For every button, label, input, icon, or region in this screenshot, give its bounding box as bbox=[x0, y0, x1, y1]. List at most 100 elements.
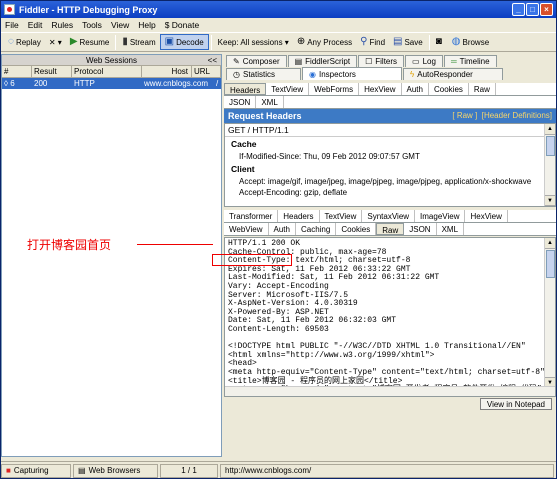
req-tab-hexview[interactable]: HexView bbox=[359, 83, 402, 95]
process-filter[interactable]: ▤ Web Browsers bbox=[73, 463, 158, 478]
column-header-result[interactable]: Result bbox=[32, 66, 72, 77]
req-tab-raw[interactable]: Raw bbox=[469, 83, 496, 95]
status-url: http://www.cnblogs.com/ bbox=[220, 463, 554, 478]
column-header-url[interactable]: URL bbox=[192, 66, 221, 77]
response-scrollbar[interactable]: ▲ ▼ bbox=[544, 238, 555, 388]
scroll-up-icon[interactable]: ▲ bbox=[545, 124, 555, 135]
req-tab-cookies[interactable]: Cookies bbox=[429, 83, 469, 95]
capturing-indicator[interactable]: ■ Capturing bbox=[1, 463, 71, 478]
cache-section-label: Cache bbox=[231, 139, 257, 149]
tab-inspectors[interactable]: ◉ Inspectors bbox=[302, 67, 402, 80]
close-button[interactable]: × bbox=[540, 3, 553, 16]
crosshair-icon: ⊕ bbox=[296, 36, 306, 47]
screenshot-button[interactable]: ◙ bbox=[432, 34, 448, 50]
session-protocol: HTTP bbox=[74, 79, 95, 88]
session-url: / bbox=[216, 79, 219, 88]
timeline-icon: ═ bbox=[450, 57, 457, 66]
menu-file[interactable]: File bbox=[5, 20, 19, 30]
toolbar-separator bbox=[428, 34, 430, 50]
resp-tab-transformer[interactable]: Transformer bbox=[224, 210, 279, 222]
tab-timeline[interactable]: ═ Timeline bbox=[443, 55, 497, 67]
any-process-button[interactable]: ⊕ Any Process bbox=[293, 34, 356, 50]
req-tab-textview[interactable]: TextView bbox=[266, 83, 310, 95]
replay-button[interactable]: ◌ Replay bbox=[4, 34, 45, 50]
req-tab-auth[interactable]: Auth bbox=[402, 83, 429, 95]
tab-log[interactable]: ▭ Log bbox=[405, 55, 443, 67]
resp-tab-json[interactable]: JSON bbox=[404, 223, 437, 235]
minimize-button[interactable]: _ bbox=[512, 3, 525, 16]
session-row[interactable]: ◊ 6 200 HTTP www.cnblogs.com / bbox=[2, 78, 221, 89]
sessions-column-headers: # Result Protocol Host URL bbox=[2, 66, 221, 78]
menu-tools[interactable]: Tools bbox=[82, 20, 102, 30]
resp-tab-imageview[interactable]: ImageView bbox=[415, 210, 466, 222]
header-definitions-link[interactable]: [Header Definitions] bbox=[482, 111, 552, 120]
decode-button[interactable]: ▣ Decode bbox=[159, 34, 209, 50]
remove-button[interactable]: ✕ ▾ bbox=[45, 34, 66, 50]
keep-sessions-dropdown[interactable]: Keep: All sessions ▾ bbox=[214, 34, 293, 50]
req-tab-webforms[interactable]: WebForms bbox=[309, 83, 360, 95]
resp-tab-headers[interactable]: Headers bbox=[278, 210, 320, 222]
log-icon: ▭ bbox=[412, 57, 420, 66]
raw-link[interactable]: [ Raw ] bbox=[452, 111, 477, 120]
maximize-button[interactable]: □ bbox=[526, 3, 539, 16]
scroll-up-icon[interactable]: ▲ bbox=[545, 238, 555, 249]
collapse-button[interactable]: << bbox=[208, 55, 217, 66]
menu-rules[interactable]: Rules bbox=[51, 20, 73, 30]
lightning-icon: ϟ bbox=[410, 70, 415, 79]
annotation-label: 打开博客园首页 bbox=[27, 238, 112, 252]
raw-line: Content-Length: 69503 bbox=[228, 324, 329, 334]
req-tab-xml[interactable]: XML bbox=[256, 96, 284, 108]
menu-view[interactable]: View bbox=[111, 20, 129, 30]
menu-help[interactable]: Help bbox=[138, 20, 155, 30]
resume-button[interactable]: ▶ Resume bbox=[66, 34, 114, 50]
request-subtabs: Headers TextView WebForms HexView Auth C… bbox=[224, 83, 556, 96]
view-in-notepad-button[interactable]: View in Notepad bbox=[479, 398, 552, 410]
find-button[interactable]: ⚲ Find bbox=[356, 34, 389, 50]
pencil-icon: ✎ bbox=[233, 57, 240, 66]
save-button[interactable]: ▤ Save bbox=[389, 34, 427, 50]
stopwatch-icon: ◷ bbox=[233, 70, 240, 79]
inspect-icon: ◉ bbox=[309, 69, 316, 79]
browse-button[interactable]: ◍ Browse bbox=[448, 34, 493, 50]
resp-tab-textview[interactable]: TextView bbox=[320, 210, 363, 222]
scroll-thumb[interactable] bbox=[546, 250, 555, 278]
resp-tab-cookies[interactable]: Cookies bbox=[336, 223, 377, 235]
column-header-number[interactable]: # bbox=[2, 66, 32, 77]
resp-tab-auth[interactable]: Auth bbox=[269, 223, 296, 235]
resp-tab-syntaxview[interactable]: SyntaxView bbox=[362, 210, 416, 222]
menu-donate[interactable]: $ Donate bbox=[165, 20, 200, 30]
status-bar: ■ Capturing ▤ Web Browsers 1 / 1 http://ww… bbox=[1, 461, 556, 478]
request-headers-body: GET / HTTP/1.1 Cache If-Modified-Since: … bbox=[224, 123, 556, 207]
column-header-protocol[interactable]: Protocol bbox=[72, 66, 142, 77]
cache-header-line: If-Modified-Since: Thu, 09 Feb 2012 09:0… bbox=[239, 152, 420, 161]
req-tab-headers[interactable]: Headers bbox=[224, 83, 267, 95]
resp-tab-raw[interactable]: Raw bbox=[376, 223, 405, 235]
scroll-down-icon[interactable]: ▼ bbox=[545, 195, 555, 206]
toolbar: ◌ Replay ✕ ▾ ▶ Resume ▮ Stream ▣ Decode Keep… bbox=[1, 32, 556, 52]
tab-row-1: ✎ Composer ▤ FiddlerScript ☐ Filters ▭ Log ═… bbox=[224, 54, 556, 67]
title-bar: Fiddler - HTTP Debugging Proxy _ □ × bbox=[1, 1, 556, 18]
raw-line: <html xmlns="http://www.w3.org/1999/xhtm… bbox=[228, 350, 435, 360]
tab-statistics[interactable]: ◷ Statistics bbox=[226, 68, 301, 80]
tab-filters[interactable]: ☐ Filters bbox=[358, 55, 405, 67]
browser-icon: ▤ bbox=[78, 465, 86, 475]
resp-tab-webview[interactable]: WebView bbox=[224, 223, 269, 235]
scroll-thumb[interactable] bbox=[546, 136, 555, 156]
capture-icon: ■ bbox=[6, 465, 11, 475]
filter-icon: ☐ bbox=[365, 57, 373, 66]
decode-icon: ▣ bbox=[164, 36, 175, 47]
stream-button[interactable]: ▮ Stream bbox=[118, 34, 159, 50]
req-tab-json[interactable]: JSON bbox=[224, 96, 257, 108]
menu-edit[interactable]: Edit bbox=[28, 20, 43, 30]
resp-tab-hexview[interactable]: HexView bbox=[465, 210, 508, 222]
tab-composer[interactable]: ✎ Composer bbox=[226, 55, 287, 67]
fiddler-app-icon bbox=[4, 4, 15, 15]
request-line: GET / HTTP/1.1 bbox=[225, 124, 555, 137]
resp-tab-caching[interactable]: Caching bbox=[296, 223, 337, 235]
tab-fiddlerscript[interactable]: ▤ FiddlerScript bbox=[287, 55, 358, 67]
resp-tab-xml[interactable]: XML bbox=[437, 223, 465, 235]
request-scrollbar[interactable]: ▲ ▼ bbox=[544, 124, 555, 206]
column-header-host[interactable]: Host bbox=[142, 66, 192, 77]
tab-autoresponder[interactable]: ϟ AutoResponder bbox=[403, 68, 503, 80]
response-hscrollbar[interactable] bbox=[225, 386, 555, 396]
